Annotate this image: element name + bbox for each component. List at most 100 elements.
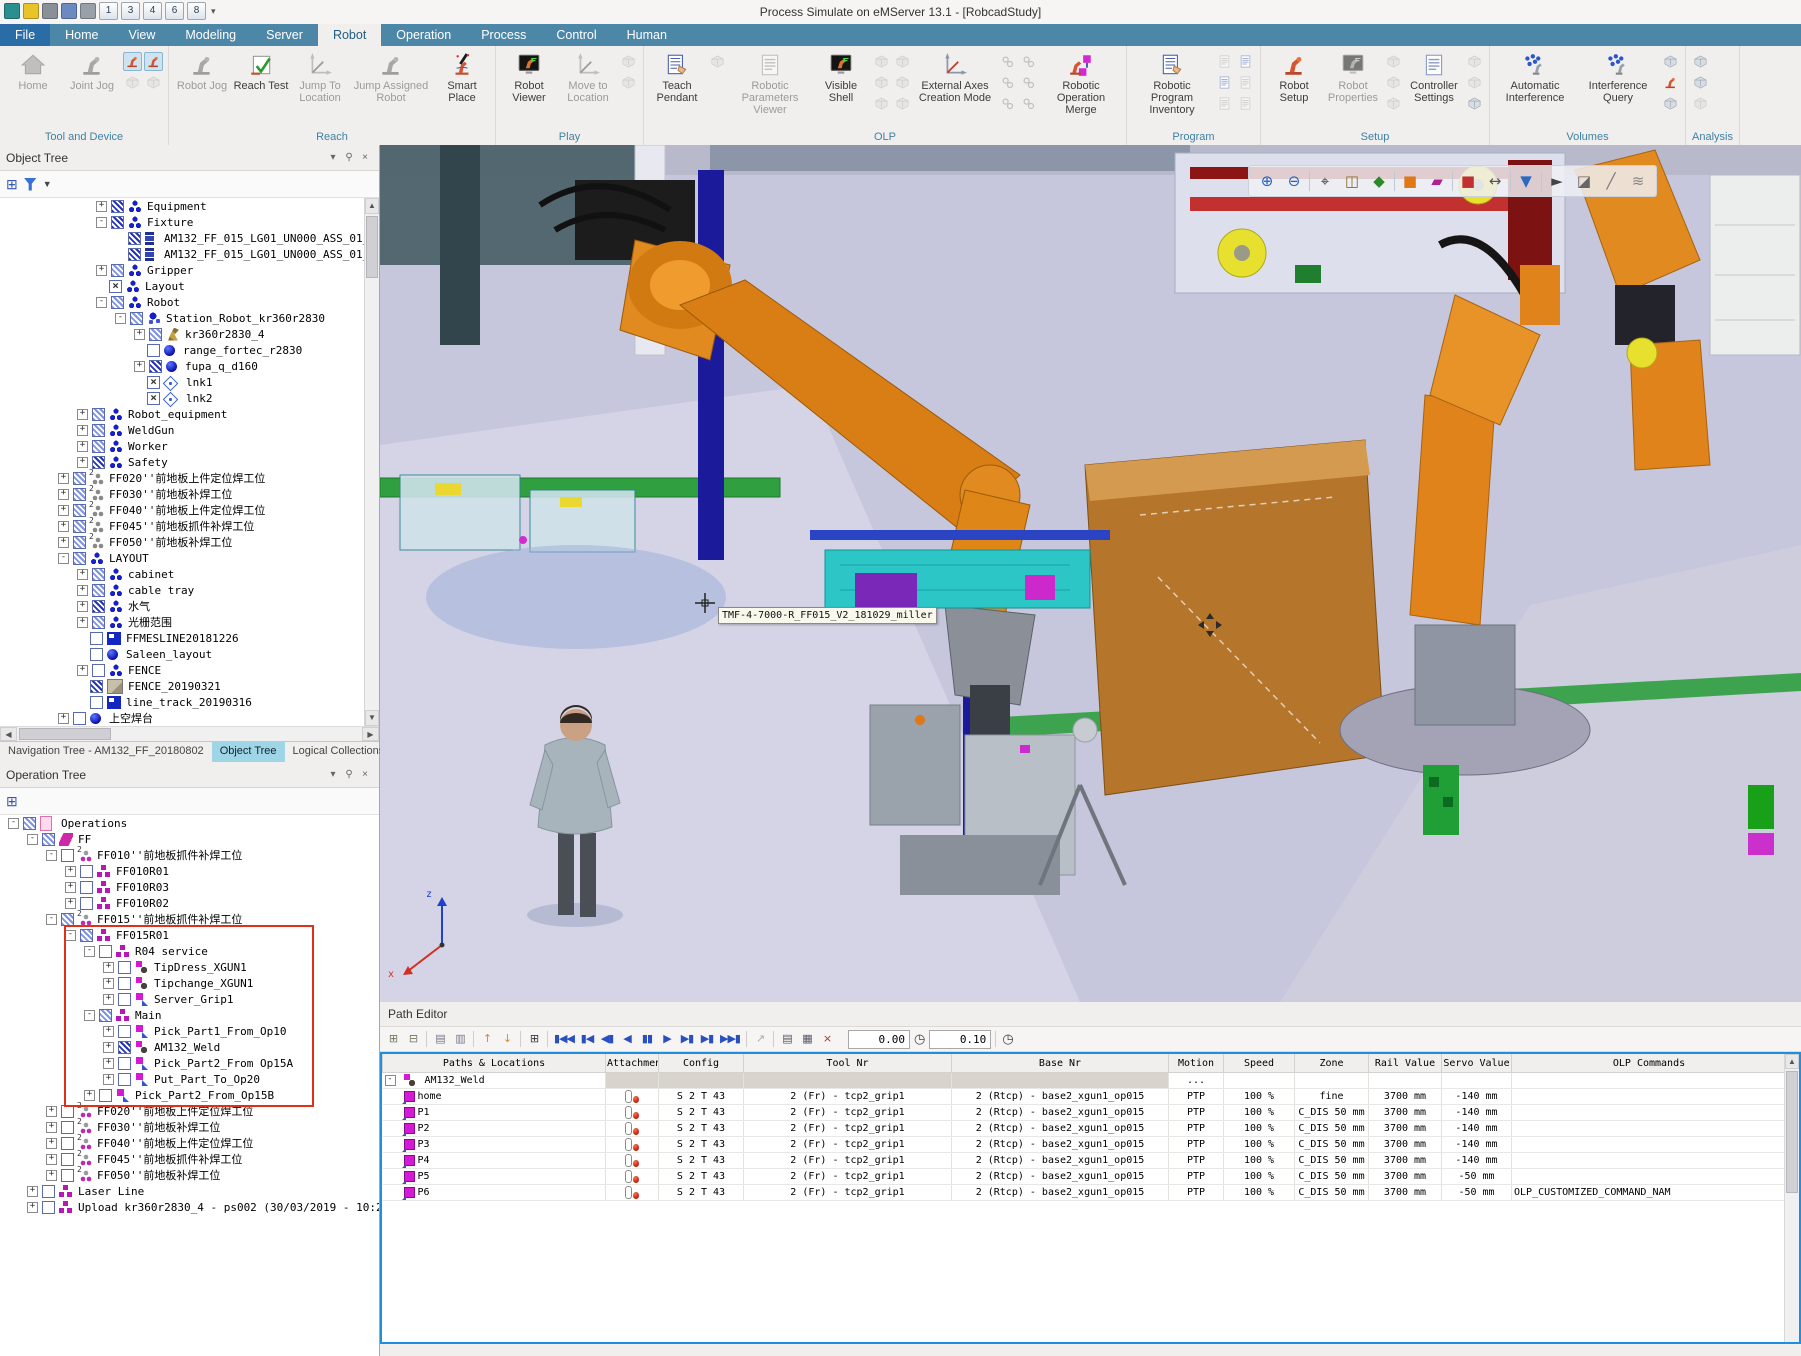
display-mode-icon[interactable]: ◆ [1367, 169, 1391, 193]
viewer-layout-button-4[interactable]: 4 [143, 2, 162, 20]
window-layout-icon[interactable] [61, 3, 77, 19]
cell-config[interactable]: S 2 T 43 [659, 1169, 744, 1185]
cell-tool[interactable]: 2 (Fr) - tcp2_grip1 [744, 1153, 952, 1169]
tree-item[interactable]: +cable tray [0, 582, 379, 598]
cell-name[interactable]: home [383, 1089, 606, 1105]
tree-layout-icon[interactable]: ⊞ [6, 177, 18, 191]
tree-item[interactable]: +cabinet [0, 566, 379, 582]
tree-item-label[interactable]: Safety [128, 456, 174, 469]
jump-next-location-icon[interactable] [619, 52, 638, 71]
tree-item-label[interactable]: line_track_20190316 [126, 696, 258, 709]
column-header-config[interactable]: Config [659, 1054, 744, 1073]
visibility-checkbox[interactable] [90, 696, 103, 709]
column-header-zone[interactable]: Zone [1295, 1054, 1369, 1073]
cell-zone[interactable]: C_DIS 50 mm [1295, 1169, 1369, 1185]
expand-icon[interactable]: + [96, 201, 107, 212]
cell-base[interactable]: 2 (Rtcp) - base2_xgun1_op015 [952, 1105, 1169, 1121]
collapse-icon[interactable]: - [84, 946, 95, 957]
pendant-list-icon[interactable] [708, 52, 727, 71]
path-row[interactable]: P6S 2 T 432 (Fr) - tcp2_grip12 (Rtcp) - … [383, 1185, 1787, 1201]
cell-name[interactable]: P3 [383, 1137, 606, 1153]
cell-att[interactable] [606, 1089, 659, 1105]
path-row[interactable]: P1S 2 T 432 (Fr) - tcp2_grip12 (Rtcp) - … [383, 1105, 1787, 1121]
cell-zone[interactable]: C_DIS 50 mm [1295, 1153, 1369, 1169]
home-button[interactable]: Home [5, 49, 61, 93]
cell-config[interactable]: S 2 T 43 [659, 1137, 744, 1153]
tree-item[interactable]: -Operations [0, 815, 379, 831]
visibility-checkbox[interactable] [80, 881, 93, 894]
scroll-up-icon[interactable]: ▲ [365, 198, 379, 214]
tree-layout-icon[interactable]: ⊞ [6, 794, 18, 808]
tree-item-label[interactable]: lnk1 [186, 376, 219, 389]
visibility-checkbox[interactable] [99, 1009, 112, 1022]
3d-viewport[interactable]: ⊕⊖⌖◫◆■▰■↔▼►◪╱≋ TMF-4-7000-R_FF015_V2_181… [380, 145, 1801, 1002]
path-row[interactable]: P3S 2 T 432 (Fr) - tcp2_grip12 (Rtcp) - … [383, 1137, 1787, 1153]
scroll-thumb[interactable] [19, 728, 111, 740]
tree-item[interactable]: +Robot_equipment [0, 406, 379, 422]
viewer-layout-button-3[interactable]: 3 [121, 2, 140, 20]
smooth-icon[interactable]: ≋ [1626, 169, 1650, 193]
tree-item-label[interactable]: FF020''前地板上件定位焊工位 [109, 470, 271, 486]
visible-shell-button[interactable]: Visible Shell [813, 49, 869, 105]
gun-search-icon[interactable] [872, 94, 891, 113]
visibility-checkbox[interactable] [61, 1105, 74, 1118]
expand-icon[interactable]: + [134, 361, 145, 372]
tree-item[interactable]: -FF015R01 [0, 927, 379, 943]
tree-item[interactable]: +kr360r2830_4 [0, 326, 379, 342]
tree-item-label[interactable]: Saleen_layout [126, 648, 218, 661]
tree-item[interactable]: +FF050''前地板补焊工位 [0, 1167, 379, 1183]
visibility-checkbox[interactable] [73, 712, 86, 725]
ring-setup-icon[interactable] [1384, 73, 1403, 92]
torch-align-icon[interactable] [893, 73, 912, 92]
visibility-checkbox[interactable] [118, 1025, 131, 1038]
visibility-checkbox[interactable] [90, 680, 103, 693]
scroll-thumb[interactable] [1786, 1071, 1798, 1193]
tree-item[interactable]: +FF045''前地板抓件补焊工位 [0, 518, 379, 534]
create-solid-icon[interactable]: ■ [1398, 169, 1422, 193]
chevron-down-icon[interactable]: ▾ [325, 769, 341, 780]
tree-item[interactable]: +WeldGun [0, 422, 379, 438]
location-name[interactable]: P2 [418, 1123, 430, 1134]
expand-icon[interactable]: + [103, 1042, 114, 1053]
visibility-checkbox[interactable] [80, 897, 93, 910]
blue-column[interactable] [698, 170, 724, 560]
cell-rail[interactable]: 3700 mm [1369, 1121, 1442, 1137]
cell-olp[interactable] [1512, 1073, 1787, 1089]
jump-prev-location-icon[interactable] [619, 73, 638, 92]
tree-item[interactable]: Layout [0, 278, 379, 294]
collapse-icon[interactable]: - [58, 553, 69, 564]
tree-item[interactable]: +Worker [0, 438, 379, 454]
visibility-checkbox[interactable] [90, 648, 103, 661]
pick-weld-gun-icon[interactable] [872, 52, 891, 71]
tree-item-label[interactable]: Station_Robot_kr360r2830 [166, 312, 331, 325]
jump-simulation-button[interactable]: ↗ [751, 1029, 769, 1049]
tree-item-label[interactable]: FF020''前地板上件定位焊工位 [97, 1103, 259, 1119]
expand-icon[interactable]: + [77, 409, 88, 420]
column-header-base-nr[interactable]: Base Nr [952, 1054, 1169, 1073]
tree-item[interactable]: +FF030''前地板补焊工位 [0, 486, 379, 502]
tree-item-label[interactable]: Pick_Part1_From_Op10 [154, 1025, 292, 1038]
tree-item[interactable]: -Robot [0, 294, 379, 310]
gun-angles-icon[interactable] [893, 52, 912, 71]
joint-analysis-icon[interactable] [1691, 94, 1710, 113]
cell-att[interactable] [606, 1073, 659, 1089]
cell-olp[interactable]: OLP_CUSTOMIZED_COMMAND_NAM [1512, 1185, 1787, 1201]
cell-att[interactable] [606, 1185, 659, 1201]
tree-item[interactable]: +TipDress_XGUN1 [0, 959, 379, 975]
robotic-operation-merge-button[interactable]: Robotic Operation Merge [1041, 49, 1121, 117]
tree-item-label[interactable]: FF015R01 [116, 929, 175, 942]
scroll-thumb[interactable] [366, 216, 378, 278]
axis-sync-icon[interactable] [1019, 94, 1038, 113]
expand-icon[interactable]: + [77, 665, 88, 676]
tree-item-label[interactable]: 水气 [128, 598, 156, 614]
collapse-icon[interactable]: - [46, 850, 57, 861]
select-icon[interactable]: ► [1545, 169, 1569, 193]
visibility-checkbox[interactable] [92, 584, 105, 597]
tree-item-label[interactable]: FENCE_20190321 [128, 680, 227, 693]
tree-item-label[interactable]: Put_Part_To_Op20 [154, 1073, 266, 1086]
expand-icon[interactable]: + [65, 882, 76, 893]
expand-icon[interactable]: + [58, 713, 69, 724]
visibility-checkbox[interactable] [61, 849, 74, 862]
cell-config[interactable]: S 2 T 43 [659, 1121, 744, 1137]
joint-jog-button[interactable]: Joint Jog [64, 49, 120, 93]
